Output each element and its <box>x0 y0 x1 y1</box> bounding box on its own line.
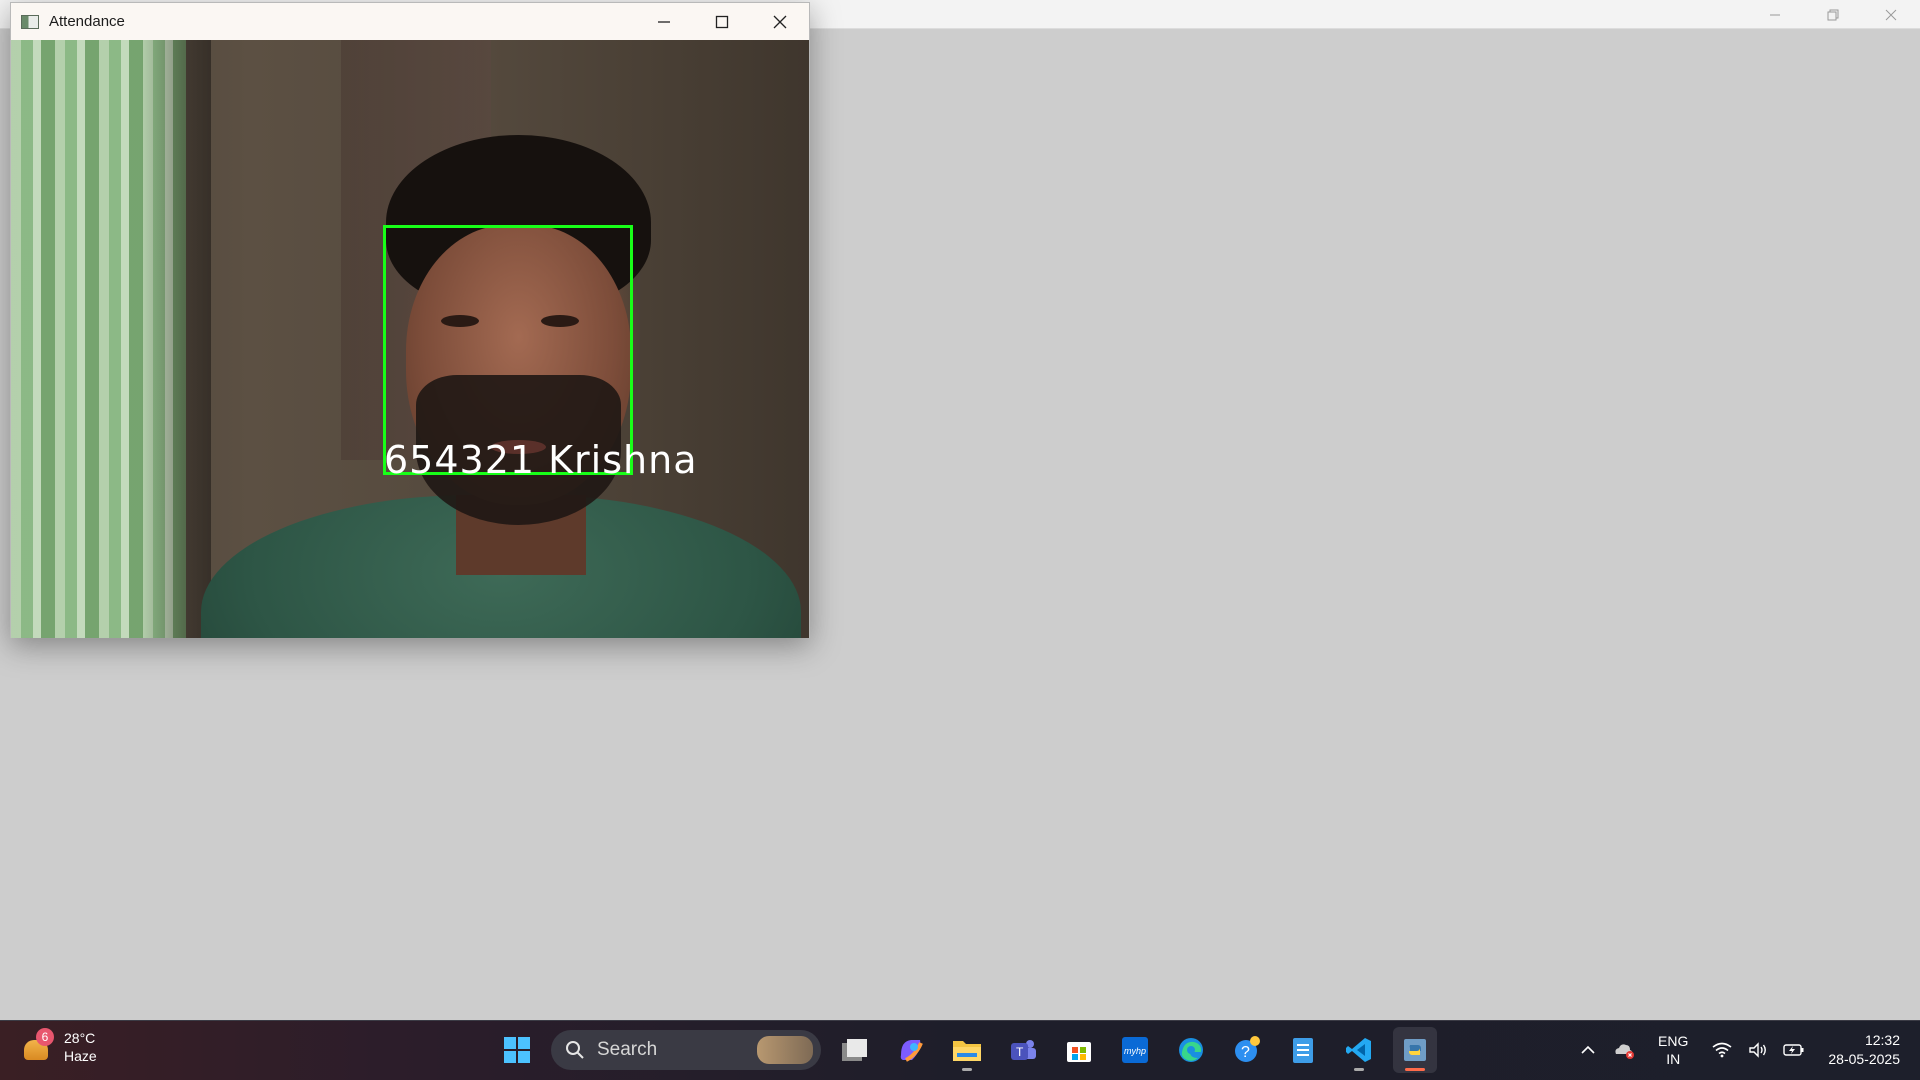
copilot-icon <box>900 1040 923 1062</box>
task-view-button[interactable] <box>833 1027 877 1073</box>
taskbar-search[interactable]: Search <box>551 1030 821 1070</box>
volume-button[interactable] <box>1744 1036 1772 1064</box>
edge-icon <box>1179 1038 1203 1062</box>
teams-icon: T <box>1011 1040 1036 1060</box>
weather-condition: Haze <box>64 1048 97 1064</box>
myhp-icon: myhp <box>1122 1037 1148 1063</box>
attendance-close-button[interactable] <box>751 3 809 40</box>
minimize-button[interactable] <box>1746 0 1804 29</box>
clock-date: 28-05-2025 <box>1828 1051 1900 1067</box>
camera-feed: 654321 Krishna <box>11 40 809 638</box>
language-indicator[interactable]: ENG IN <box>1658 1032 1688 1068</box>
maximize-icon <box>715 15 729 28</box>
attendance-window-controls <box>635 3 809 40</box>
app-window-icon <box>21 14 39 29</box>
attendance-minimize-button[interactable] <box>635 3 693 40</box>
svg-text:myhp: myhp <box>1124 1046 1146 1056</box>
curtain-shadow <box>141 40 211 638</box>
weather-haze-icon: 6 <box>20 1028 54 1064</box>
microsoft-store-button[interactable] <box>1057 1027 1101 1073</box>
close-button[interactable] <box>1862 0 1920 29</box>
cloud-error-icon <box>1615 1044 1635 1059</box>
weather-text: 28°C Haze <box>64 1029 97 1065</box>
vscode-button[interactable] <box>1337 1027 1381 1073</box>
close-icon <box>1885 9 1897 20</box>
attendance-maximize-button[interactable] <box>693 3 751 40</box>
face-recognition-label: 654321 Krishna <box>384 438 698 482</box>
windows-start-icon <box>504 1037 530 1063</box>
python-button[interactable] <box>1393 1027 1437 1073</box>
minimize-icon <box>658 20 670 23</box>
svg-text:T: T <box>1016 1045 1024 1059</box>
notepad-button[interactable] <box>1281 1027 1325 1073</box>
attendance-window[interactable]: Attendance 654321 Krishna <box>10 2 810 638</box>
minimize-icon <box>1770 14 1780 15</box>
clock-button[interactable]: 12:32 28-05-2025 <box>1828 1031 1900 1069</box>
clock-time: 12:32 <box>1864 1032 1900 1048</box>
show-hidden-icons-button[interactable] <box>1574 1036 1602 1064</box>
myhp-button[interactable]: myhp <box>1113 1027 1157 1073</box>
notepad-icon <box>1293 1038 1313 1063</box>
running-indicator <box>962 1068 972 1071</box>
system-tray: ENG IN 12:32 28-05-2025 <box>1570 1027 1900 1073</box>
taskbar: 6 28°C Haze Search T myhp ? ENG IN 12:32… <box>0 1020 1920 1080</box>
copilot-button[interactable] <box>889 1027 933 1073</box>
store-icon <box>1067 1042 1091 1062</box>
start-button[interactable] <box>495 1027 539 1073</box>
window-title: Attendance <box>49 13 125 30</box>
running-indicator <box>1354 1068 1364 1071</box>
edge-button[interactable] <box>1169 1027 1213 1073</box>
battery-charging-icon <box>1783 1044 1804 1056</box>
battery-button[interactable] <box>1780 1036 1808 1064</box>
vscode-icon <box>1346 1038 1371 1062</box>
close-icon <box>773 15 787 28</box>
background-window-controls <box>1746 0 1920 29</box>
search-label: Search <box>597 1039 658 1060</box>
active-indicator <box>1405 1068 1425 1071</box>
wifi-button[interactable] <box>1708 1036 1736 1064</box>
restore-icon <box>1827 9 1839 20</box>
wifi-icon <box>1712 1042 1732 1058</box>
svg-text:?: ? <box>1241 1044 1250 1061</box>
region-code: IN <box>1666 1051 1681 1067</box>
task-view-icon <box>842 1039 867 1061</box>
python-icon <box>1404 1039 1426 1061</box>
get-help-button[interactable]: ? <box>1225 1027 1269 1073</box>
search-icon <box>566 1041 584 1059</box>
chevron-up-icon <box>1581 1045 1595 1054</box>
teams-button[interactable]: T <box>1001 1027 1045 1073</box>
taskbar-apps: Search T myhp ? <box>495 1027 1437 1073</box>
folder-icon <box>953 1041 981 1061</box>
restore-button[interactable] <box>1804 0 1862 29</box>
onedrive-status-button[interactable] <box>1610 1036 1638 1064</box>
search-highlight-image <box>757 1036 813 1064</box>
weather-temperature: 28°C <box>64 1030 96 1046</box>
file-explorer-button[interactable] <box>945 1027 989 1073</box>
attendance-titlebar[interactable]: Attendance <box>11 3 809 40</box>
language-code: ENG <box>1658 1033 1689 1049</box>
weather-widget[interactable]: 6 28°C Haze <box>20 1028 97 1065</box>
weather-badge: 6 <box>36 1028 54 1046</box>
help-icon: ? <box>1235 1036 1260 1062</box>
speaker-icon <box>1749 1042 1767 1058</box>
